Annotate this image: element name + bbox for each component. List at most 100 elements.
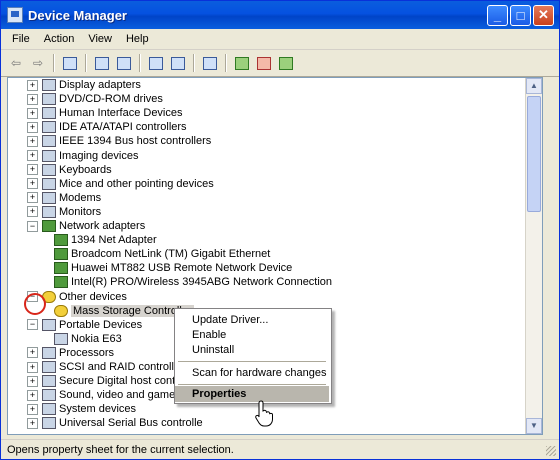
collapse-icon[interactable]: − [27,220,38,232]
expand-icon[interactable]: + [27,121,38,133]
toolbar-separator [225,54,227,72]
toolbar-separator [85,54,87,72]
expand-icon[interactable]: + [27,347,38,359]
tree-item[interactable]: + DVD/CD-ROM drives [27,92,163,106]
tree-item[interactable]: + IDE ATA/ATAPI controllers [27,120,187,134]
status-text: Opens property sheet for the current sel… [7,444,234,456]
usb-icon [42,417,56,430]
help-icon[interactable] [147,54,165,72]
resize-grip[interactable] [546,446,556,456]
tree-item-label: DVD/CD-ROM drives [59,93,163,106]
toolbar-separator [53,54,55,72]
menu-help[interactable]: Help [119,31,156,47]
expand-icon[interactable]: + [27,135,38,147]
ide-icon [42,121,56,134]
tree-item-label: Processors [59,346,115,359]
forward-arrow-icon[interactable]: ⇨ [29,54,47,72]
expand-icon[interactable]: + [27,361,38,373]
title-bar[interactable]: Device Manager _ □ ✕ [1,1,559,29]
network-icon [42,220,56,232]
display-icon [42,79,56,91]
maximize-button[interactable]: □ [510,4,531,26]
context-menu: Update Driver... Enable Uninstall Scan f… [174,308,332,404]
disable-icon[interactable] [277,54,295,72]
menu-uninstall[interactable]: Uninstall [175,342,329,358]
close-button[interactable]: ✕ [533,4,554,26]
tree-item[interactable]: Intel(R) PRO/Wireless 3945ABG Network Co… [54,275,332,289]
expand-icon[interactable]: + [27,107,38,119]
tree-item[interactable]: + SCSI and RAID controllers [27,360,189,374]
expand-icon[interactable]: + [27,192,38,204]
tree-item[interactable]: + Mice and other pointing devices [27,177,214,191]
toolbar: ⇦ ⇨ [1,50,559,77]
tree-item[interactable]: 1394 Net Adapter [54,233,157,247]
expand-icon[interactable]: + [27,206,38,218]
phone-icon [54,332,68,345]
menu-properties[interactable]: Properties [175,386,329,402]
collapse-icon[interactable]: − [27,319,38,331]
expand-icon[interactable]: + [27,403,38,415]
menu-action[interactable]: Action [37,31,82,47]
scroll-up-button[interactable]: ▲ [526,78,542,94]
network-card-icon [54,262,68,275]
tree-item[interactable]: + IEEE 1394 Bus host controllers [27,134,211,148]
update-driver-icon[interactable] [233,54,251,72]
console-tree-icon[interactable] [61,54,79,72]
tree-item-label: Human Interface Devices [59,107,183,120]
menu-view[interactable]: View [81,31,119,47]
uninstall-icon[interactable] [255,54,273,72]
tree-item-label: 1394 Net Adapter [71,234,157,247]
tree-item[interactable]: − Network adapters [27,219,145,233]
tree-item[interactable]: − Portable Devices [27,318,142,332]
vertical-scrollbar[interactable]: ▲ ▼ [525,78,542,434]
expand-icon[interactable]: + [27,150,38,161]
keyboard-icon [42,163,56,176]
scsi-icon [42,361,56,373]
tree-item-label: Monitors [59,205,102,218]
camera-icon [42,149,56,162]
highlight-circle [24,293,46,315]
tree-item[interactable]: + Modems [27,191,101,205]
tree-item-label: Modems [59,191,102,204]
tree-item[interactable]: + Keyboards [27,163,112,177]
tree-item[interactable]: + Processors [27,346,114,360]
scroll-down-button[interactable]: ▼ [526,418,542,434]
expand-icon[interactable]: + [27,79,38,91]
print-icon[interactable] [115,54,133,72]
scan-hardware-icon[interactable] [201,54,219,72]
scroll-thumb[interactable] [527,96,541,212]
expand-icon[interactable]: + [27,93,38,105]
tree-item[interactable]: + Imaging devices [27,149,139,163]
tree-item-label: Display adapters [59,79,141,91]
tree-item[interactable]: + Human Interface Devices [27,106,183,120]
properties-icon[interactable] [93,54,111,72]
console-icon[interactable] [169,54,187,72]
back-arrow-icon[interactable]: ⇦ [7,54,25,72]
tree-item[interactable]: Mass Storage Controller [54,304,194,318]
cpu-icon [42,346,56,359]
network-card-icon [54,234,68,247]
tree-item[interactable]: + Secure Digital host controlle [27,374,196,388]
status-bar: Opens property sheet for the current sel… [1,439,559,459]
sound-icon [42,389,56,402]
minimize-button[interactable]: _ [487,4,508,26]
expand-icon[interactable]: + [27,178,38,190]
tree-item[interactable]: + System devices [27,402,136,416]
expand-icon[interactable]: + [27,389,38,401]
tree-item[interactable]: + Monitors [27,205,101,219]
sd-icon [42,375,56,388]
tree-item[interactable]: Huawei MT882 USB Remote Network Device [54,261,292,275]
expand-icon[interactable]: + [27,375,38,387]
mouse-icon [42,177,56,190]
tree-item-label: Mice and other pointing devices [59,177,214,190]
expand-icon[interactable]: + [27,417,38,429]
menu-file[interactable]: File [5,31,37,47]
expand-icon[interactable]: + [27,164,38,176]
tree-item[interactable]: Nokia E63 [54,332,122,346]
tree-item[interactable]: Broadcom NetLink (TM) Gigabit Ethernet [54,247,270,261]
menu-update-driver[interactable]: Update Driver... [175,312,329,328]
menu-enable[interactable]: Enable [175,327,329,343]
menu-scan-hardware[interactable]: Scan for hardware changes [175,365,329,381]
tree-item[interactable]: + Display adapters [27,78,141,92]
tree-item[interactable]: + Universal Serial Bus controlle [27,416,203,430]
